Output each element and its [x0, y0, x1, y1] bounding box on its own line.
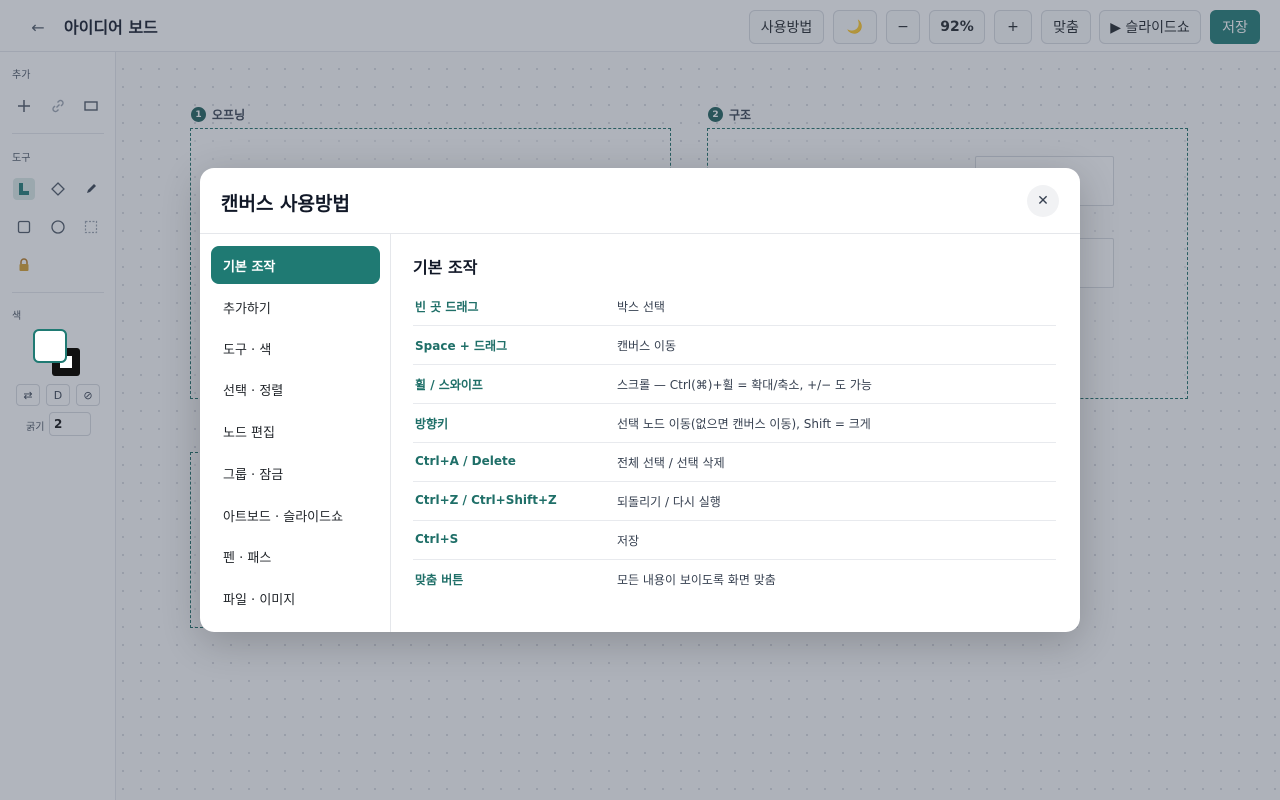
nav-item-select-align[interactable]: 선택 · 정렬 [211, 370, 380, 408]
modal-header: 캔버스 사용방법 ✕ [200, 168, 1080, 234]
shortcut-row: 방향키 선택 노드 이동(없으면 캔버스 이동), Shift = 크게 [413, 404, 1056, 443]
shortcut-desc: 되돌리기 / 다시 실행 [617, 495, 721, 509]
close-icon: ✕ [1037, 193, 1049, 209]
shortcut-row: Ctrl+A / Delete 전체 선택 / 선택 삭제 [413, 443, 1056, 482]
shortcut-key: 빈 곳 드래그 [415, 300, 479, 314]
shortcut-desc: 전체 선택 / 선택 삭제 [617, 456, 725, 470]
shortcut-row: Space + 드래그 캔버스 이동 [413, 326, 1056, 365]
nav-item-node-edit[interactable]: 노드 편집 [211, 412, 380, 450]
nav-item-basic[interactable]: 기본 조작 [211, 246, 380, 284]
shortcut-desc: 박스 선택 [617, 300, 665, 314]
shortcut-key: 방향키 [415, 417, 449, 431]
shortcut-desc: 모든 내용이 보이도록 화면 맞춤 [617, 573, 776, 587]
nav-item-group-lock[interactable]: 그룹 · 잠금 [211, 454, 380, 492]
close-button[interactable]: ✕ [1027, 185, 1059, 217]
shortcut-key: Ctrl+Z / Ctrl+Shift+Z [415, 493, 557, 507]
help-modal: 캔버스 사용방법 ✕ 기본 조작 추가하기 도구 · 색 선택 · 정렬 노드 … [200, 168, 1080, 632]
shortcut-key: Ctrl+S [415, 532, 459, 546]
fill-color-swatch[interactable] [33, 329, 67, 363]
shortcut-desc: 스크롤 — Ctrl(⌘)+휠 = 확대/축소, +/− 도 가능 [617, 378, 872, 392]
nav-item-pen-path[interactable]: 펜 · 패스 [211, 537, 380, 575]
help-nav: 기본 조작 추가하기 도구 · 색 선택 · 정렬 노드 편집 그룹 · 잠금 … [200, 234, 391, 632]
shortcut-key: Space + 드래그 [415, 339, 508, 353]
shortcut-desc: 저장 [617, 534, 640, 548]
nav-item-file-image[interactable]: 파일 · 이미지 [211, 579, 380, 617]
shortcut-row: 휠 / 스와이프 스크롤 — Ctrl(⌘)+휠 = 확대/축소, +/− 도 … [413, 365, 1056, 404]
shortcut-row: 빈 곳 드래그 박스 선택 [413, 287, 1056, 326]
shortcut-key: Ctrl+A / Delete [415, 454, 516, 468]
shortcut-row: 맞춤 버튼 모든 내용이 보이도록 화면 맞춤 [413, 560, 1056, 599]
shortcut-desc: 캔버스 이동 [617, 339, 677, 353]
shortcut-row: Ctrl+Z / Ctrl+Shift+Z 되돌리기 / 다시 실행 [413, 482, 1056, 521]
shortcut-key: 맞춤 버튼 [415, 573, 464, 587]
nav-item-tools-color[interactable]: 도구 · 색 [211, 329, 380, 367]
shortcut-key: 휠 / 스와이프 [415, 378, 483, 392]
nav-item-add[interactable]: 추가하기 [211, 288, 380, 326]
shortcut-row: Ctrl+S 저장 [413, 521, 1056, 560]
nav-item-artboard-slideshow[interactable]: 아트보드 · 슬라이드쇼 [211, 496, 380, 534]
section-title: 기본 조작 [413, 258, 478, 277]
help-content: 기본 조작 빈 곳 드래그 박스 선택 Space + 드래그 캔버스 이동 휠… [391, 234, 1080, 632]
modal-title: 캔버스 사용방법 [221, 193, 350, 215]
shortcut-desc: 선택 노드 이동(없으면 캔버스 이동), Shift = 크게 [617, 417, 871, 431]
